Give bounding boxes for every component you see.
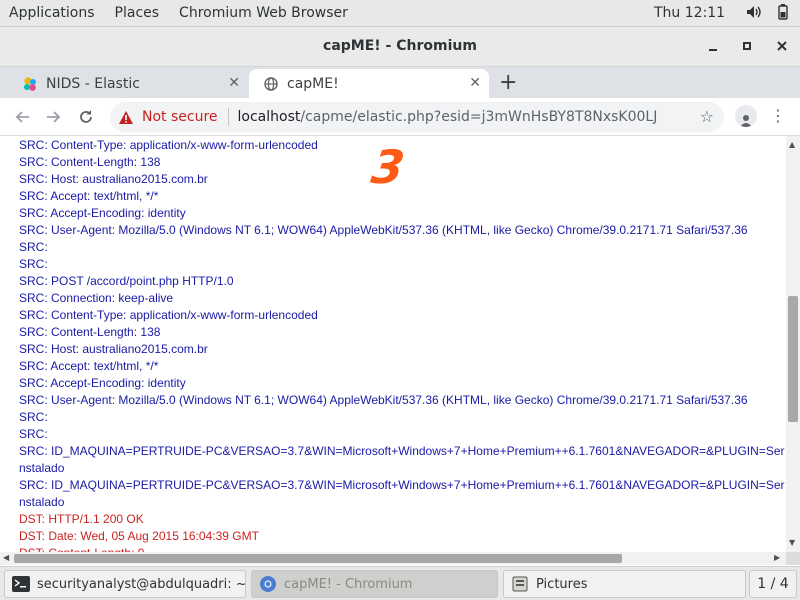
- src-line: SRC: Content-Length: 138: [19, 325, 161, 339]
- src-line: SRC:: [19, 427, 48, 441]
- applications-menu[interactable]: Applications: [0, 5, 106, 21]
- reload-icon[interactable]: [75, 106, 97, 128]
- tab-capme[interactable]: capME! ✕: [249, 69, 489, 98]
- scroll-right-icon[interactable]: ▶: [774, 553, 780, 562]
- volume-icon[interactable]: [746, 5, 762, 23]
- src-line: nstalado: [19, 495, 65, 509]
- scrollbar-corner: [786, 552, 800, 565]
- task-label: Pictures: [536, 576, 588, 592]
- tab-title: capME!: [287, 75, 339, 92]
- dst-line: DST: HTTP/1.1 200 OK: [19, 512, 144, 526]
- profile-icon[interactable]: [735, 105, 757, 127]
- tab-nids-elastic[interactable]: NIDS - Elastic ✕: [8, 69, 248, 98]
- star-icon[interactable]: ☆: [700, 107, 714, 126]
- gnome-top-bar: Applications Places Chromium Web Browser…: [0, 0, 800, 27]
- task-chromium[interactable]: capME! - Chromium: [251, 570, 498, 598]
- terminal-icon: [11, 575, 31, 593]
- battery-icon[interactable]: [778, 4, 788, 24]
- back-icon[interactable]: [11, 106, 33, 128]
- scroll-left-icon[interactable]: ◀: [3, 553, 9, 562]
- src-line: SRC: Content-Type: application/x-www-for…: [19, 308, 318, 322]
- src-line: SRC: User-Agent: Mozilla/5.0 (Windows NT…: [19, 393, 748, 407]
- clock[interactable]: Thu 12:11: [654, 5, 725, 21]
- src-line: SRC: Host: australiano2015.com.br: [19, 342, 208, 356]
- horizontal-scroll-thumb[interactable]: [14, 554, 622, 563]
- places-menu[interactable]: Places: [106, 5, 171, 21]
- src-line: nstalado: [19, 461, 65, 475]
- src-line: SRC:: [19, 410, 48, 424]
- src-line: SRC: ID_MAQUINA=PERTRUIDE-PC&VERSAO=3.7&…: [19, 444, 785, 458]
- url-path: /capme/elastic.php?esid=j3mWnHsBY8T8NxsK…: [300, 109, 658, 125]
- task-label: capME! - Chromium: [284, 576, 413, 592]
- task-terminal[interactable]: securityanalyst@abdulquadri: ~/...: [4, 570, 246, 598]
- vertical-scrollbar[interactable]: ▲ ▼: [786, 136, 800, 552]
- src-line: SRC: ID_MAQUINA=PERTRUIDE-PC&VERSAO=3.7&…: [19, 478, 785, 492]
- src-line: SRC: Accept: text/html, */*: [19, 359, 159, 373]
- url-host: localhost: [237, 109, 301, 125]
- elastic-icon: [22, 76, 38, 92]
- address-bar[interactable]: Not secure localhost/capme/elastic.php?e…: [110, 102, 724, 132]
- scroll-up-icon[interactable]: ▲: [789, 140, 795, 149]
- task-label: securityanalyst@abdulquadri: ~/...: [37, 576, 246, 592]
- dst-line: DST: Date: Wed, 05 Aug 2015 16:04:39 GMT: [19, 529, 259, 543]
- system-tray[interactable]: [746, 4, 788, 24]
- annotation-number: 3: [368, 140, 408, 194]
- dst-line: DST: Content-Length: 9: [19, 545, 785, 552]
- close-icon[interactable]: [775, 39, 789, 53]
- window-title: capME! - Chromium: [323, 38, 477, 54]
- files-icon: [510, 575, 530, 593]
- menu-icon[interactable]: ⋮: [770, 106, 786, 125]
- globe-icon: [263, 76, 279, 92]
- src-line: SRC: User-Agent: Mozilla/5.0 (Windows NT…: [19, 223, 748, 237]
- new-tab-icon[interactable]: +: [499, 70, 517, 95]
- transcript: SRC: Content-Type: application/x-www-for…: [19, 137, 785, 552]
- forward-icon[interactable]: [43, 106, 65, 128]
- tab-strip: NIDS - Elastic ✕ capME! ✕ +: [0, 67, 800, 98]
- src-line: SRC: Accept: text/html, */*: [19, 189, 159, 203]
- taskbar: securityanalyst@abdulquadri: ~/... capME…: [0, 566, 800, 600]
- warning-icon[interactable]: [118, 109, 134, 125]
- security-label[interactable]: Not secure: [142, 109, 218, 125]
- vertical-scroll-thumb[interactable]: [788, 296, 798, 422]
- src-line: SRC: Accept-Encoding: identity: [19, 376, 186, 390]
- maximize-icon[interactable]: [740, 39, 754, 53]
- browser-toolbar: Not secure localhost/capme/elastic.php?e…: [0, 98, 800, 136]
- tab-title: NIDS - Elastic: [46, 75, 140, 92]
- src-line: SRC: Accept-Encoding: identity: [19, 206, 186, 220]
- horizontal-scrollbar[interactable]: ◀ ▶: [0, 552, 786, 565]
- src-line: SRC: Connection: keep-alive: [19, 291, 174, 305]
- src-line: SRC:: [19, 240, 48, 254]
- task-pictures[interactable]: Pictures: [503, 570, 746, 598]
- scroll-down-icon[interactable]: ▼: [789, 538, 795, 547]
- window-titlebar: capME! - Chromium: [0, 27, 800, 67]
- workspace-switcher[interactable]: 1 / 4: [749, 570, 797, 598]
- omnibox-divider: [227, 108, 229, 126]
- app-menu[interactable]: Chromium Web Browser: [170, 5, 359, 21]
- minimize-icon[interactable]: [706, 39, 720, 53]
- chromium-icon: [258, 575, 278, 593]
- page-content[interactable]: SRC: Content-Type: application/x-www-for…: [0, 136, 786, 552]
- src-line: SRC: POST /accord/point.php HTTP/1.0: [19, 274, 234, 288]
- tab-close-icon[interactable]: ✕: [469, 75, 481, 91]
- src-line: SRC:: [19, 257, 48, 271]
- tab-close-icon[interactable]: ✕: [228, 75, 240, 91]
